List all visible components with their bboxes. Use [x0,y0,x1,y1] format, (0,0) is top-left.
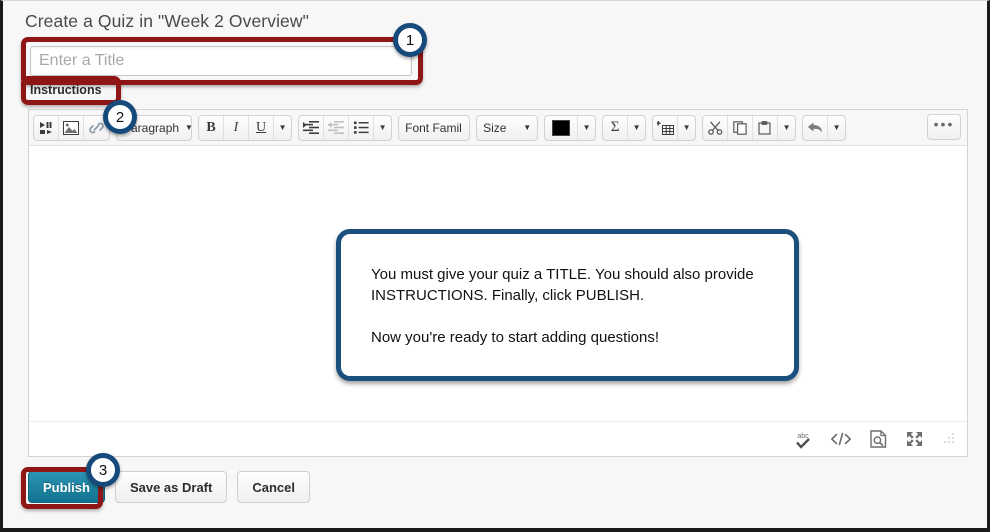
list-chevron-down-icon[interactable]: ▼ [374,116,391,140]
undo-chevron-down-icon[interactable]: ▼ [828,116,845,140]
bullet-list-icon[interactable] [349,115,375,140]
editor-toolbar: Paragraph ▼ B I U ▼ [29,110,967,146]
paste-icon[interactable] [753,115,779,140]
quiz-editor-window: Create a Quiz in "Week 2 Overview" Instr… [0,0,990,532]
html-code-icon[interactable] [830,431,852,447]
media-icon[interactable] [34,115,59,140]
equation-group: Σ ▼ [602,114,647,141]
indent-icon[interactable] [299,115,325,140]
resize-grip-icon[interactable] [941,432,955,447]
undo-arrow-icon[interactable] [803,115,829,140]
callout-line-1: You must give your quiz a TITLE. You sho… [371,266,754,304]
image-icon[interactable] [59,115,84,140]
text-color-chevron-down-icon[interactable]: ▼ [578,116,595,140]
more-options-button[interactable]: ••• [927,114,961,140]
equation-sigma-icon[interactable]: Σ [603,115,629,140]
clipboard-group: ▼ [702,114,797,141]
annotation-badge-3: 3 [86,453,120,487]
annotation-badge-1: 1 [393,23,427,57]
paste-chevron-down-icon[interactable]: ▼ [778,116,795,140]
font-size-label: Size [483,120,507,135]
cancel-button[interactable]: Cancel [237,471,310,503]
chevron-down-icon: ▼ [523,123,532,132]
text-style-chevron-down-icon[interactable]: ▼ [274,116,291,140]
equation-chevron-down-icon[interactable]: ▼ [628,116,645,140]
instruction-callout: You must give your quiz a TITLE. You sho… [336,229,799,381]
annotation-badge-2: 2 [103,100,137,134]
font-size-select[interactable]: Size ▼ [476,114,539,141]
font-family-select[interactable]: Font Famil ▼ [398,114,471,141]
chevron-down-icon: ▼ [468,123,469,132]
underline-button[interactable]: U [249,115,275,140]
italic-button[interactable]: I [224,115,249,140]
bold-button[interactable]: B [199,115,224,140]
font-family-label: Font Famil [405,120,462,135]
callout-line-2: Now you're ready to start adding questio… [371,329,660,346]
save-as-draft-button[interactable]: Save as Draft [114,471,228,503]
insert-group [33,114,110,141]
text-color-swatch[interactable] [545,115,579,140]
fullscreen-icon[interactable] [905,430,924,448]
undo-group: ▼ [802,114,847,141]
table-chevron-down-icon[interactable]: ▼ [678,116,695,140]
insert-table-icon[interactable] [653,115,679,140]
list-indent-group: ▼ [298,114,393,141]
editor-status-bar: abc [29,421,967,456]
outdent-icon[interactable] [324,115,350,140]
color-swatch [552,119,571,136]
page-title: Create a Quiz in "Week 2 Overview" [25,11,309,31]
table-group: ▼ [652,114,697,141]
chevron-down-icon: ▼ [185,123,191,132]
text-style-group: B I U ▼ [198,114,293,141]
preview-document-icon[interactable] [869,430,888,448]
form-action-buttons: Publish Save as Draft Cancel [28,471,310,503]
spellcheck-abc-icon[interactable]: abc [793,430,813,449]
text-color-group: ▼ [544,114,597,141]
instructions-label: Instructions [30,83,102,97]
copy-icon[interactable] [728,115,754,140]
quiz-title-input[interactable] [30,46,412,76]
scissors-icon[interactable] [703,115,729,140]
